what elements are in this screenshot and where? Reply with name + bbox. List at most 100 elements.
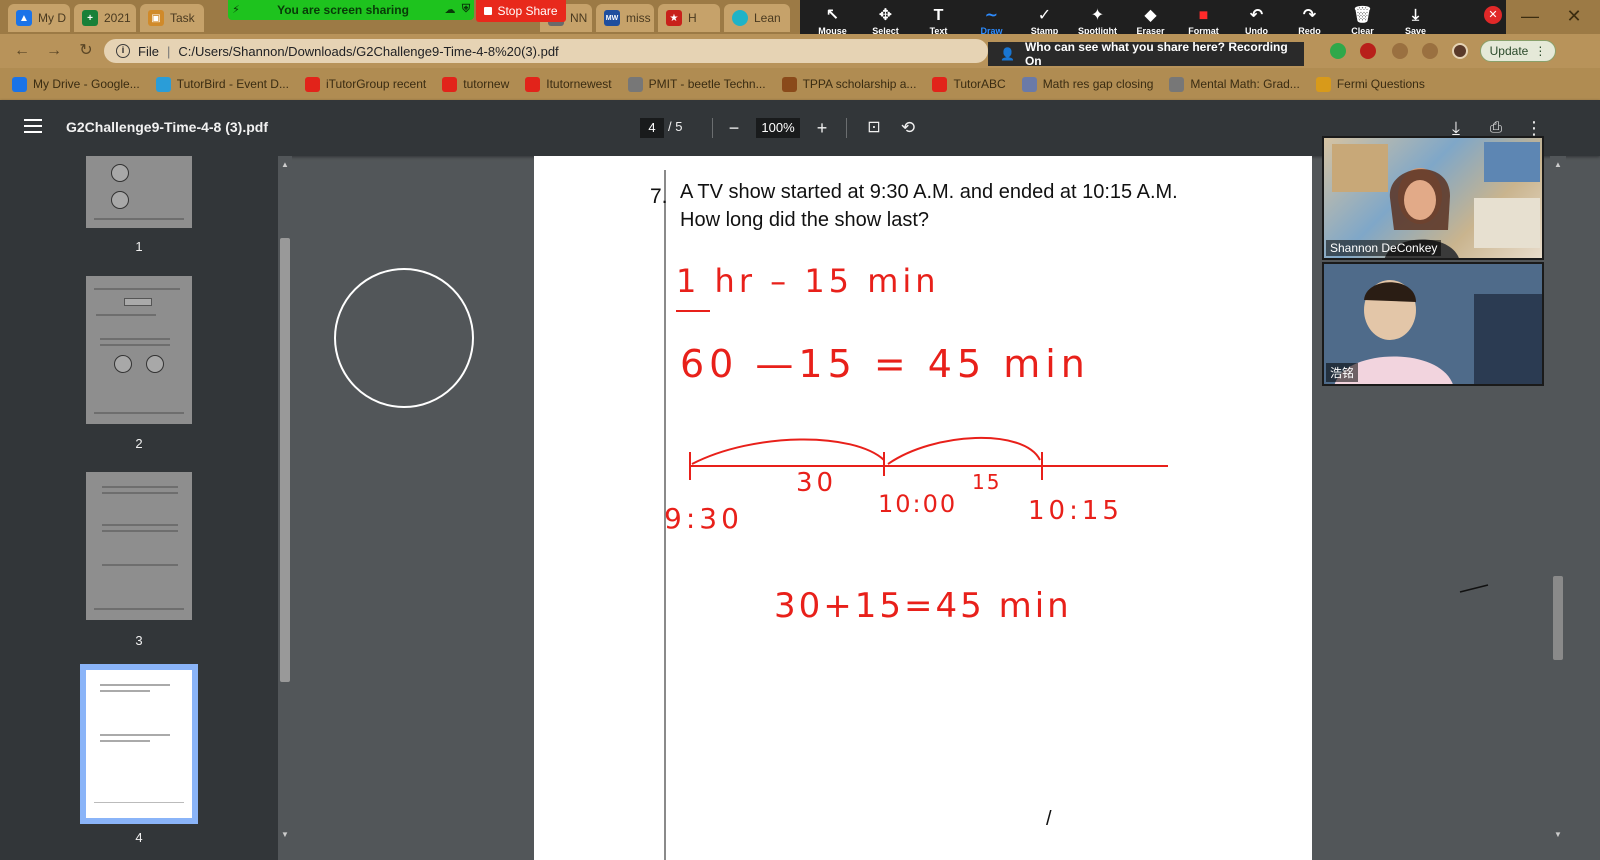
bookmark-item[interactable]: Mental Math: Grad...: [1169, 76, 1300, 92]
redo-icon: ↷: [1302, 7, 1317, 24]
page-margin-line: [664, 170, 666, 710]
extension-icon[interactable]: [1330, 43, 1346, 59]
divider: [712, 118, 713, 138]
viewer-scrollbar[interactable]: ▲ ▼: [1550, 156, 1566, 860]
forward-button[interactable]: →: [44, 41, 64, 61]
text-line: [96, 314, 156, 316]
page-thumbnail-active[interactable]: [80, 664, 198, 824]
question-number: 7.: [650, 185, 668, 208]
scrollbar-thumb[interactable]: [280, 238, 290, 682]
bookmark-item[interactable]: TutorABC: [932, 76, 1006, 92]
bookmark-item[interactable]: My Drive - Google...: [12, 76, 140, 92]
page-total: / 5: [668, 119, 683, 134]
tab-label: miss: [626, 11, 651, 25]
fit-page-icon[interactable]: ⊡: [862, 116, 886, 140]
video-tile[interactable]: 浩铭: [1322, 262, 1544, 386]
browser-tab[interactable]: Lean: [724, 4, 790, 32]
thumbnail-sidebar: 1 2 3 4: [0, 156, 278, 860]
divider: [94, 608, 184, 610]
browser-tab[interactable]: MW miss: [596, 4, 654, 32]
rotate-icon[interactable]: ⟲: [896, 116, 920, 140]
clock-icon: [111, 191, 129, 209]
divider: [94, 802, 184, 803]
bookmark-item[interactable]: iTutorGroup recent: [304, 76, 427, 92]
extension-icon[interactable]: [1422, 43, 1438, 59]
bookmark-label: iTutorGroup recent: [325, 77, 427, 91]
tab-label: 2021: [104, 11, 131, 25]
update-button[interactable]: Update ⋮: [1480, 40, 1556, 62]
bookmark-item[interactable]: PMIT - beetle Techn...: [627, 76, 766, 92]
clock-icon: [111, 164, 129, 182]
page-thumbnail[interactable]: [86, 156, 192, 228]
page-thumbnail[interactable]: [86, 276, 192, 424]
zoom-in-button[interactable]: +: [810, 116, 834, 140]
bookmark-favicon-icon: [1021, 76, 1037, 92]
screen-sharing-label: You are screen sharing: [277, 3, 409, 17]
scroll-down-icon[interactable]: ▼: [1554, 830, 1562, 839]
google-sheets-icon: +: [82, 10, 98, 26]
page-thumbnail[interactable]: [86, 472, 192, 620]
text-line: [124, 298, 152, 306]
menu-icon[interactable]: [24, 119, 42, 137]
bookmark-item[interactable]: TutorBird - Event D...: [155, 76, 289, 92]
eraser-icon: ◆: [1144, 7, 1157, 24]
text-line: [102, 492, 178, 494]
clock-icon: [114, 355, 132, 373]
browser-tab[interactable]: + 2021: [74, 4, 136, 32]
close-window-icon[interactable]: ✕: [1552, 0, 1596, 32]
reload-button[interactable]: ↻: [76, 41, 96, 61]
bookmark-favicon-icon: [155, 76, 171, 92]
bookmark-label: Fermi Questions: [1336, 77, 1425, 91]
minimize-window-button[interactable]: —: [1508, 0, 1552, 32]
video-tile[interactable]: Shannon DeConkey: [1322, 136, 1544, 260]
info-icon[interactable]: i: [116, 44, 130, 58]
zoom-out-button[interactable]: −: [722, 116, 746, 140]
bookmark-item[interactable]: Math res gap closing: [1021, 76, 1154, 92]
number-line-label: 10:15: [1028, 496, 1123, 526]
question-line: How long did the show last?: [680, 209, 930, 231]
bookmark-favicon-icon: [932, 76, 948, 92]
close-annotation-icon[interactable]: ✕: [1484, 6, 1502, 24]
zoom-level-input[interactable]: 100%: [756, 118, 800, 138]
browser-tab[interactable]: ★ H: [658, 4, 720, 32]
avatar[interactable]: [1452, 43, 1468, 59]
sidebar-scrollbar[interactable]: ▲ ▼: [278, 156, 292, 860]
bookmark-item[interactable]: Fermi Questions: [1315, 76, 1425, 92]
browser-tab[interactable]: ▣ Task: [140, 4, 204, 32]
recording-banner[interactable]: 👤 Who can see what you share here? Recor…: [988, 40, 1304, 68]
bookmark-item[interactable]: tutornew: [442, 76, 510, 92]
question-text: A TV show started at 9:30 A.M. and ended…: [680, 178, 1178, 234]
stop-share-button[interactable]: Stop Share: [476, 0, 566, 22]
page-number-input[interactable]: 4: [640, 118, 664, 138]
ublock-icon[interactable]: [1360, 43, 1376, 59]
scroll-up-icon[interactable]: ▲: [1554, 160, 1562, 169]
extension-icon[interactable]: [1392, 43, 1408, 59]
bookmark-label: Math res gap closing: [1042, 77, 1154, 91]
star-icon: ★: [666, 10, 682, 26]
bookmark-favicon-icon: [304, 76, 320, 92]
bookmark-item[interactable]: Itutornewest: [525, 76, 612, 92]
participant-name: 浩铭: [1326, 363, 1359, 382]
bookmark-favicon-icon: [525, 76, 541, 92]
save-icon: ⤓: [1411, 7, 1420, 24]
question-line: A TV show started at 9:30 A.M. and ended…: [680, 181, 1178, 203]
tab-label: NN: [570, 11, 588, 25]
browser-tab[interactable]: ▲ My D: [8, 4, 70, 32]
shield-icon: ⛨: [461, 3, 471, 15]
undo-icon: ↶: [1249, 7, 1264, 24]
address-bar[interactable]: i File | C:/Users/Shannon/Downloads/G2Ch…: [104, 39, 988, 63]
back-button[interactable]: ←: [12, 41, 32, 61]
scrollbar-thumb[interactable]: [1553, 576, 1563, 660]
bookmark-label: Itutornewest: [546, 77, 612, 91]
bookmark-label: tutornew: [463, 77, 510, 91]
scroll-down-icon[interactable]: ▼: [281, 830, 289, 839]
bookmark-favicon-icon: [1315, 76, 1331, 92]
bookmark-item[interactable]: TPPA scholarship a...: [781, 76, 916, 92]
screen-sharing-banner[interactable]: ⚡ You are screen sharing ☁ ⛨: [228, 0, 474, 20]
text-line: [102, 530, 178, 532]
pdf-title: G2Challenge9-Time-4-8 (3).pdf: [66, 119, 269, 135]
more-vert-icon: ⋮: [1534, 44, 1547, 58]
number-line-label: 10:00: [878, 490, 958, 518]
scroll-up-icon[interactable]: ▲: [281, 160, 289, 169]
bookmark-favicon-icon: [1169, 76, 1185, 92]
